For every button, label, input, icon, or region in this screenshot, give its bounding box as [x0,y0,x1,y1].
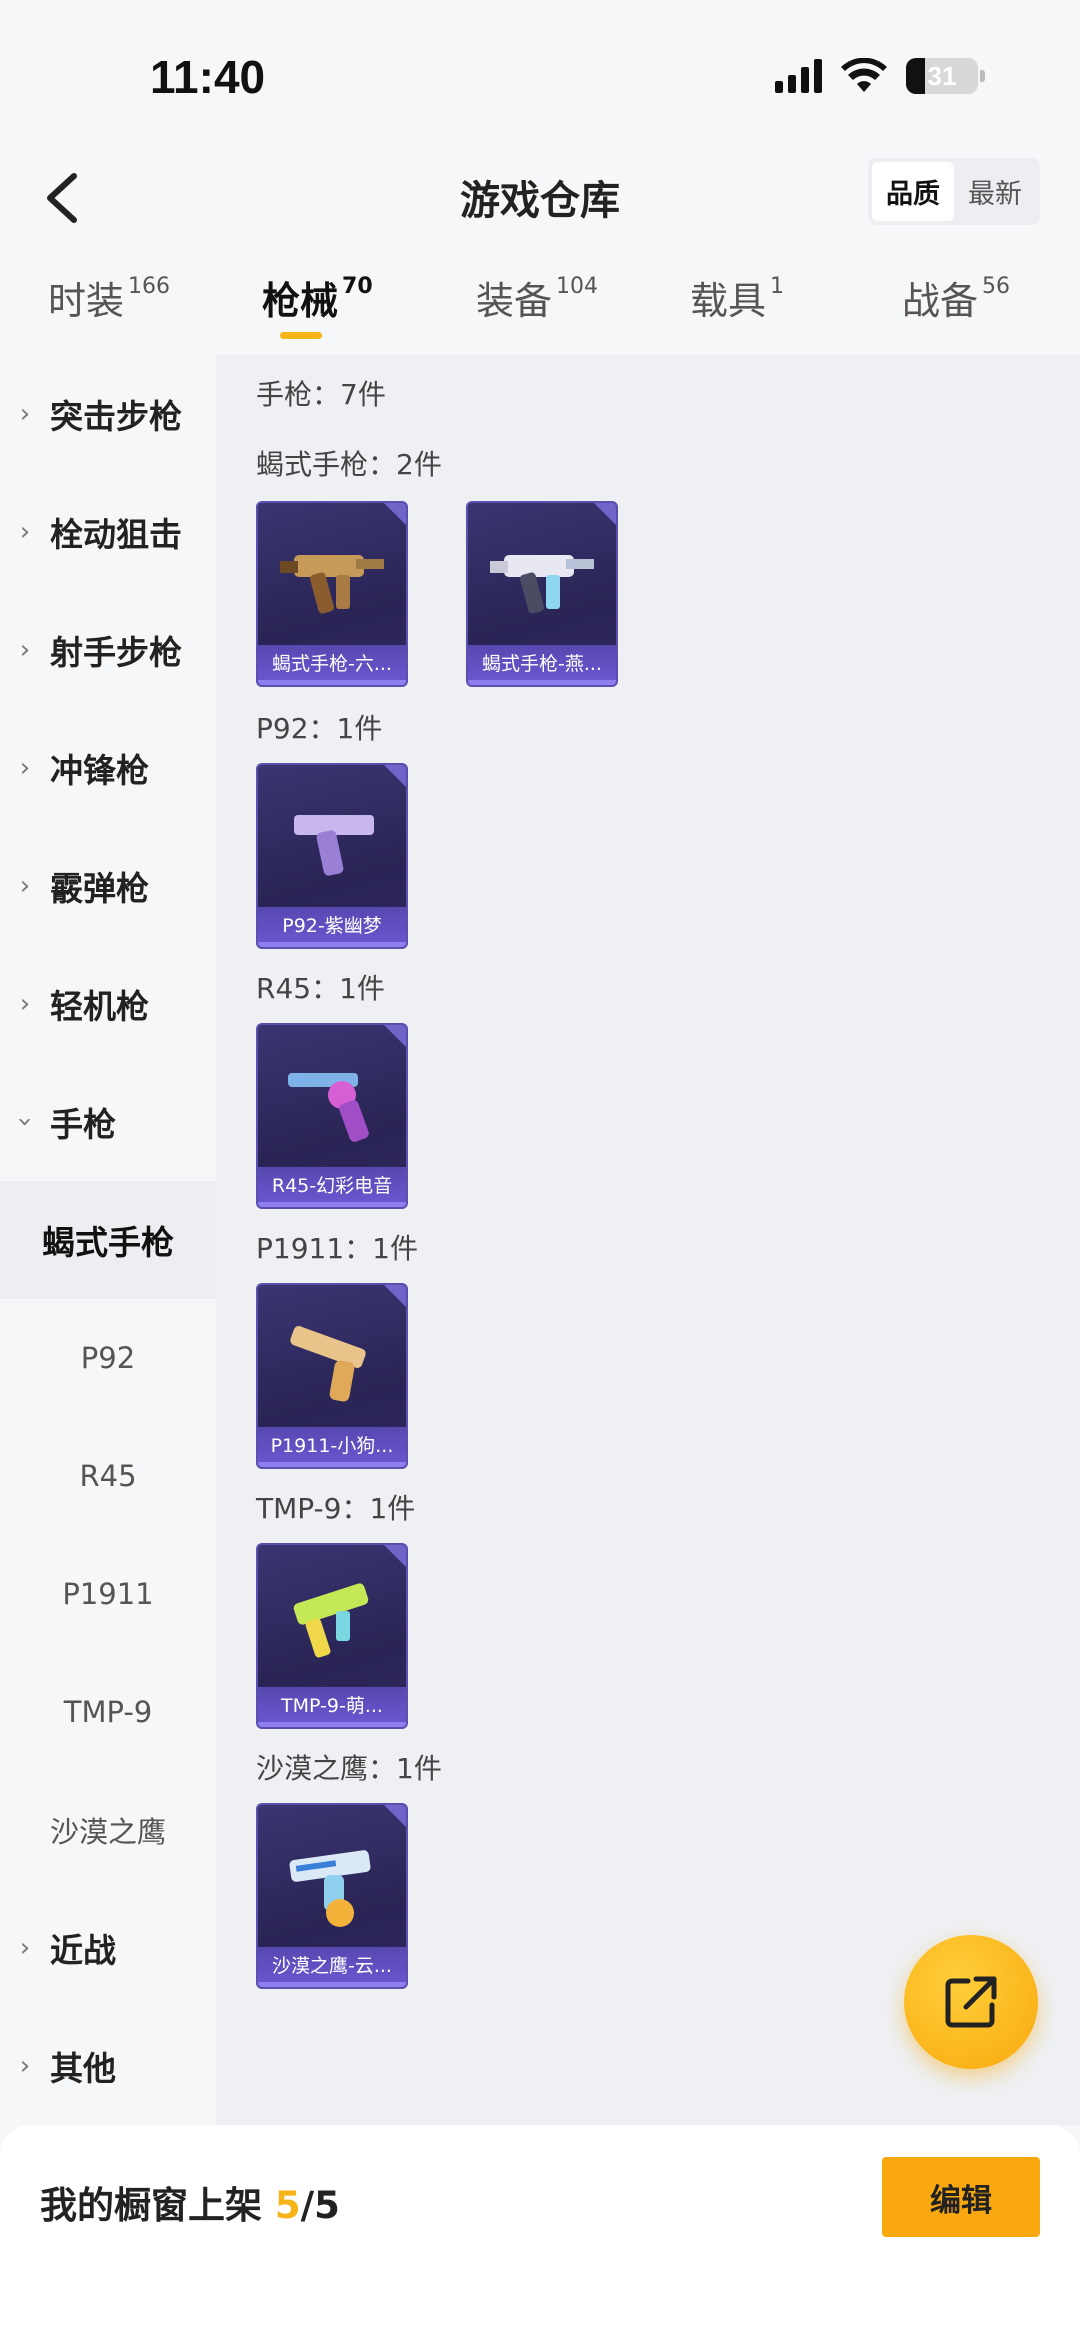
sidebar-item-marksman-rifle[interactable]: › 射手步枪 [0,591,216,709]
group-label-desert-eagle: 沙漠之鹰：1件 [256,1752,442,1785]
group-label-tmp9: TMP-9：1件 [256,1492,416,1525]
share-icon [945,1976,997,2028]
sidebar-item-other[interactable]: › 其他 [0,2007,216,2125]
sidebar: › 突击步枪 › 栓动狙击 › 射手步枪 › 冲锋枪 › 霰弹枪 › 轻机枪 ›… [0,355,216,2125]
header: 游戏仓库 品质 最新 [0,150,1080,270]
chevron-right-icon: › [19,517,31,547]
tab-fashion[interactable]: 时装 166 [48,270,170,325]
chevron-right-icon: › [19,2051,31,2081]
item-card[interactable]: R45-幻彩电音 [256,1023,408,1209]
showcase-total-count: /5 [300,2184,340,2227]
tab-equipment[interactable]: 装备 104 [476,270,598,325]
sidebar-subitem-p1911[interactable]: P1911 [0,1535,216,1653]
pistol-purple-icon [294,815,374,876]
sidebar-subitem-p92[interactable]: P92 [0,1299,216,1417]
smg-gold-icon [280,555,384,614]
tab-vehicles[interactable]: 载具 1 [690,270,784,325]
item-card[interactable]: TMP-9-萌... [256,1543,408,1729]
group-label-scorpion: 蝎式手枪：2件 [256,448,442,481]
item-card[interactable]: 蝎式手枪-燕... [466,501,618,687]
battery-level: 31 [927,60,957,91]
chevron-right-icon: › [19,399,31,429]
sort-toggle: 品质 最新 [868,158,1040,225]
active-tab-indicator [280,332,322,339]
sidebar-item-melee[interactable]: › 近战 [0,1889,216,2007]
chevron-right-icon: › [19,1933,31,1963]
item-card[interactable]: P92-紫幽梦 [256,763,408,949]
sidebar-subitem-scorpion[interactable]: 蝎式手枪 [0,1181,216,1299]
smg-white-icon [490,555,594,614]
chevron-right-icon: › [19,753,31,783]
battery-icon: 31 [906,58,978,94]
item-grid: 手枪：7件 蝎式手枪：2件 蝎式手枪-六... 蝎式手枪-燕... P92：1件 [216,355,1080,2125]
group-label-r45: R45：1件 [256,972,385,1005]
sidebar-item-pistol[interactable]: › 手枪 [0,1063,216,1181]
sidebar-subitem-tmp9[interactable]: TMP-9 [0,1653,216,1771]
status-time: 11:40 [150,51,266,103]
chevron-right-icon: › [19,871,31,901]
showcase-status: 我的橱窗上架 5/5 [40,2184,340,2227]
item-card[interactable]: 沙漠之鹰-云... [256,1803,408,1989]
sidebar-item-shotgun[interactable]: › 霰弹枪 [0,827,216,945]
pistol-cloud-icon [289,1850,371,1927]
signal-icon [775,59,822,93]
chevron-right-icon: › [19,989,31,1019]
tab-supplies[interactable]: 战备 56 [902,270,1010,325]
chevron-down-icon: › [10,1116,40,1128]
sidebar-subitem-r45[interactable]: R45 [0,1417,216,1535]
wifi-icon [841,58,887,92]
sidebar-subitem-desert-eagle[interactable]: 沙漠之鹰 [0,1771,216,1889]
item-card[interactable]: 蝎式手枪-六... [256,501,408,687]
group-label-p92: P92：1件 [256,712,383,745]
category-tabs: 时装 166 枪械 70 装备 104 载具 1 战备 56 [0,270,1080,355]
share-button[interactable] [904,1935,1038,2069]
revolver-neon-icon [288,1073,369,1142]
item-card[interactable]: P1911-小狗... [256,1283,408,1469]
sort-newest-button[interactable]: 最新 [954,162,1036,221]
sort-quality-button[interactable]: 品质 [872,162,954,221]
edit-button[interactable]: 编辑 [882,2157,1040,2237]
chevron-right-icon: › [19,635,31,665]
sidebar-item-bolt-sniper[interactable]: › 栓动狙击 [0,473,216,591]
status-bar: 11:40 31 [0,0,1080,150]
sidebar-item-assault-rifle[interactable]: › 突击步枪 [0,355,216,473]
tab-firearms[interactable]: 枪械 70 [262,270,373,325]
bottom-bar: 我的橱窗上架 5/5 编辑 [0,2125,1080,2347]
group-label-p1911: P1911：1件 [256,1232,418,1265]
sidebar-item-smg[interactable]: › 冲锋枪 [0,709,216,827]
sidebar-item-lmg[interactable]: › 轻机枪 [0,945,216,1063]
smg-green-icon [293,1583,369,1658]
pistol-gold-icon [290,1326,366,1402]
showcase-current-count: 5 [274,2184,301,2227]
status-icons: 31 [775,58,985,94]
total-count-label: 手枪：7件 [256,378,386,411]
